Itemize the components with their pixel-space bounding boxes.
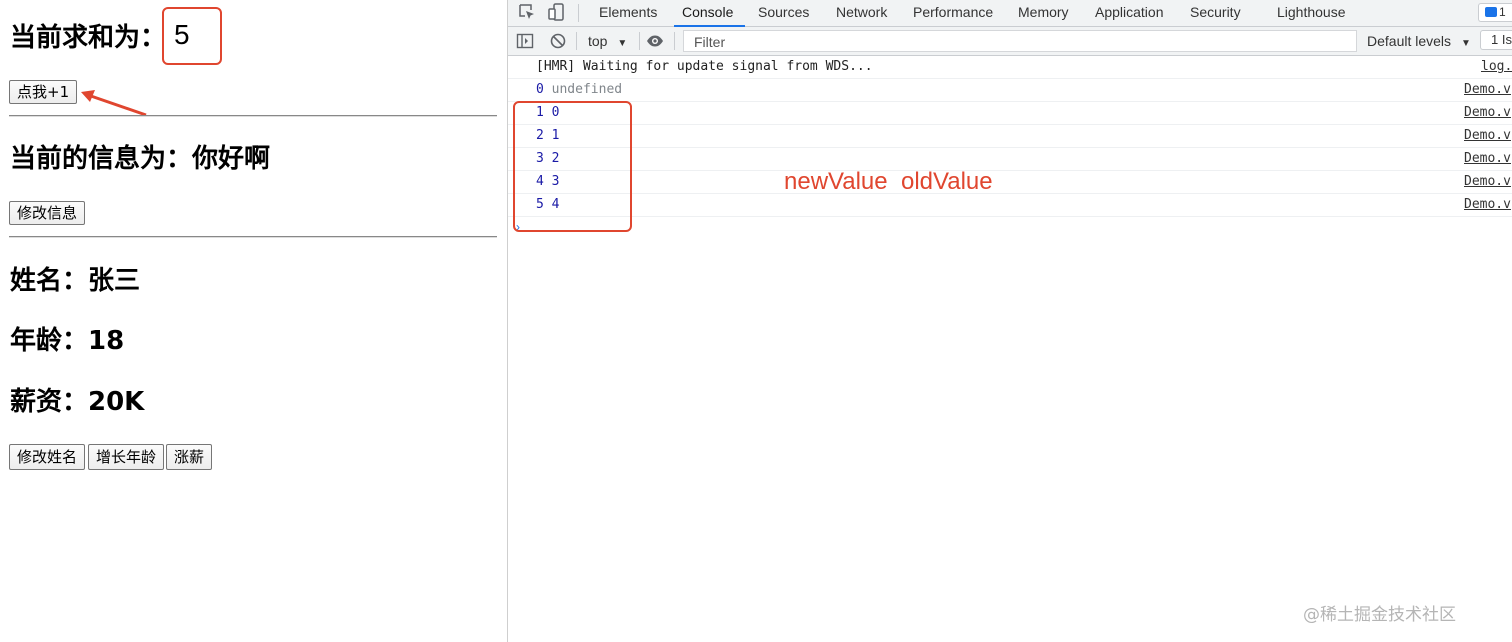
grow-age-button[interactable]: 增长年龄 [88,444,165,470]
salary-line: 薪资：20K [10,387,145,417]
sum-value-highlight: 5 [162,7,222,65]
source-link[interactable]: Demo.v [1464,125,1511,147]
tab-elements[interactable]: Elements [599,0,657,26]
message-heading: 当前的信息为：你好啊 [10,144,271,174]
tab-lighthouse[interactable]: Lighthouse [1277,0,1346,26]
source-link[interactable]: Demo.v [1464,194,1511,216]
source-link[interactable]: Demo.v [1464,79,1511,101]
chevron-down-icon: ▼ [617,38,628,49]
arrow-annotation-icon [81,90,147,117]
tab-application[interactable]: Application [1095,0,1164,26]
devtools-panel: Elements Console Sources Network Perform… [508,0,1512,642]
old-value: undefined [551,82,623,97]
clear-console-icon[interactable] [549,32,567,50]
console-row: 3 2 Demo.v [508,148,1512,171]
issues-counter[interactable]: 1 Is [1480,30,1512,50]
age-line: 年龄：18 [10,326,125,356]
console-row: 5 4 Demo.v [508,194,1512,217]
console-message: [HMR] Waiting for update signal from WDS… [536,59,873,74]
toolbar-separator [639,32,640,50]
divider-1 [9,115,497,117]
vue-app-pane: 当前求和为： 5 点我+1 当前的信息为：你好啊 修改信息 姓名：张三 年龄：1… [0,0,507,642]
divider-2 [9,236,497,238]
chevron-down-icon: ▼ [1460,38,1471,49]
tab-console[interactable]: Console [673,0,746,27]
source-link[interactable]: Demo.v [1464,171,1511,193]
source-link[interactable]: log.j [1481,56,1512,78]
console-row: 0 undefined Demo.v [508,79,1512,102]
console-row: 2 1 Demo.v [508,125,1512,148]
tab-security[interactable]: Security [1190,0,1241,26]
tab-sources[interactable]: Sources [758,0,809,26]
tab-memory[interactable]: Memory [1018,0,1069,26]
increment-button[interactable]: 点我+1 [9,80,78,104]
context-selector[interactable]: top ▼ [588,27,627,55]
messages-badge[interactable]: 1 [1478,3,1512,22]
values-highlight-box [513,101,632,232]
messages-count: 1 [1499,5,1506,19]
console-message: 0 undefined [536,79,622,101]
console-row: [HMR] Waiting for update signal from WDS… [508,56,1512,79]
console-output: [HMR] Waiting for update signal from WDS… [508,56,1512,642]
device-toolbar-icon[interactable] [548,3,566,21]
source-link[interactable]: Demo.v [1464,102,1511,124]
devtools-tab-bar: Elements Console Sources Network Perform… [508,0,1512,27]
console-row: 1 0 Demo.v [508,102,1512,125]
sum-value: 5 [174,19,190,50]
tab-network[interactable]: Network [836,0,887,26]
toolbar-separator [674,32,675,50]
tab-performance[interactable]: Performance [913,0,993,26]
context-label: top [588,33,608,49]
sum-heading: 当前求和为： [10,22,166,54]
inspect-element-icon[interactable] [518,3,536,21]
sum-label: 当前求和为： [10,23,167,53]
raise-salary-button[interactable]: 涨薪 [166,444,213,470]
edit-name-button[interactable]: 修改姓名 [9,444,86,470]
watermark: @稀土掘金技术社区 [1303,605,1456,625]
filter-input[interactable] [692,31,1296,53]
filter-box [683,30,1357,53]
log-levels-dropdown[interactable]: Default levels ▼ [1367,27,1471,55]
toolbar-separator [576,32,577,50]
source-link[interactable]: Demo.v [1464,148,1511,170]
console-row: 4 3 Demo.v [508,171,1512,194]
toolbar-separator [578,4,579,22]
edit-message-button[interactable]: 修改信息 [9,201,86,225]
new-value: 0 [536,82,544,97]
console-toolbar: top ▼ Default levels ▼ 1 Is [508,27,1512,56]
log-levels-label: Default levels [1367,33,1452,49]
live-expression-eye-icon[interactable] [646,32,664,50]
sidebar-toggle-icon[interactable] [516,32,534,50]
message-icon [1485,7,1497,17]
name-line: 姓名：张三 [10,266,141,296]
values-annotation: newValue oldValue [784,168,993,195]
